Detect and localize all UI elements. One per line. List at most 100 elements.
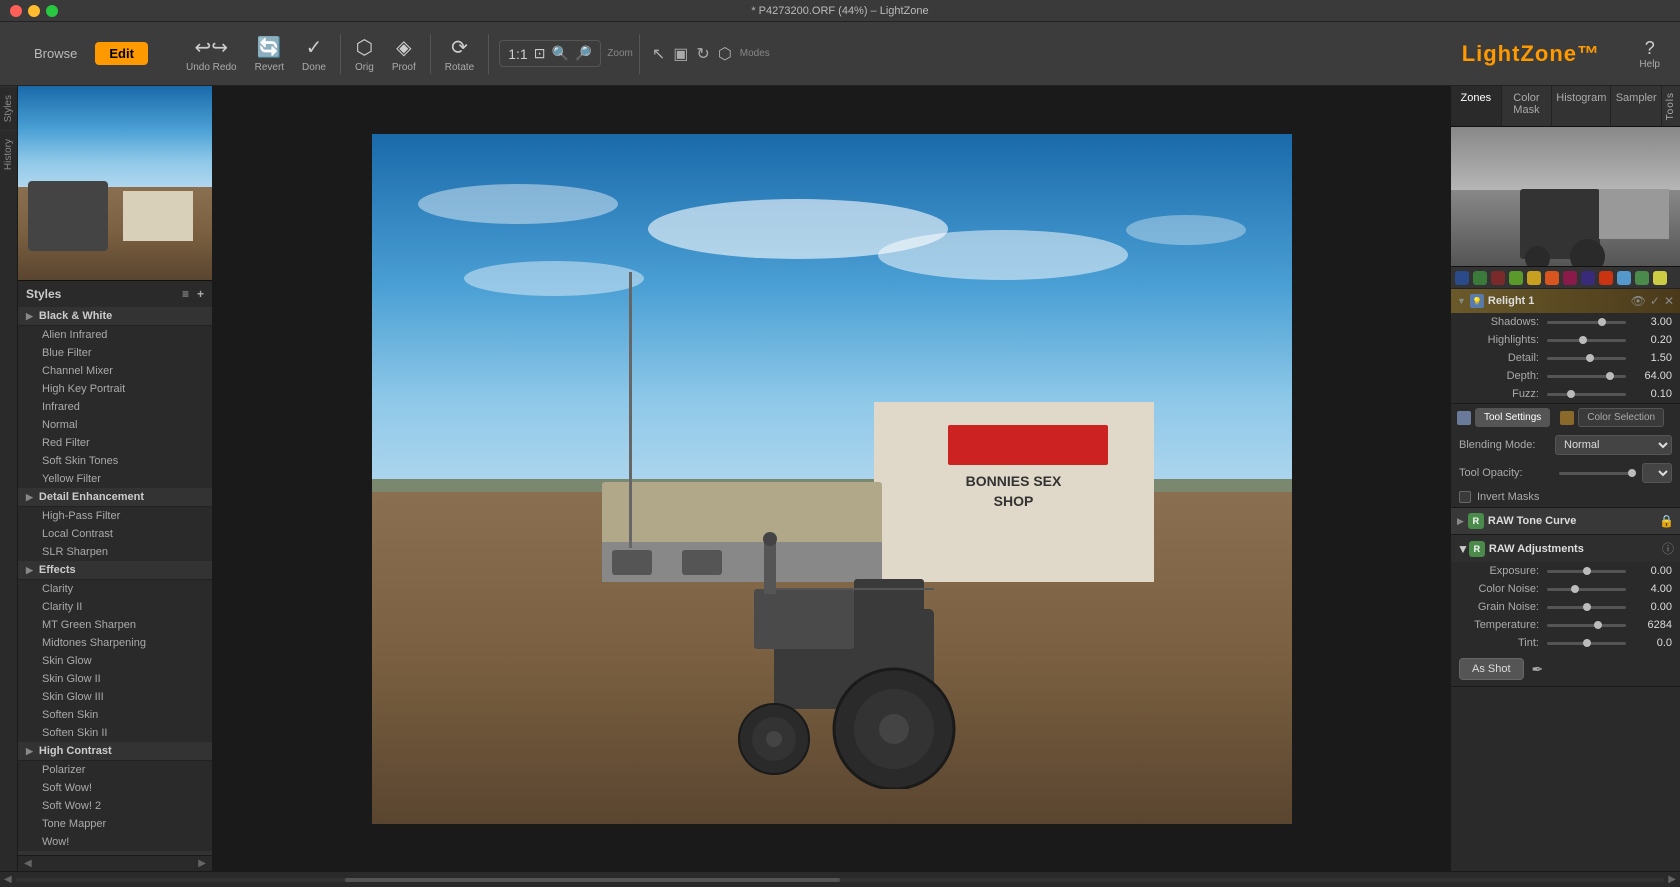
- style-soft-wow[interactable]: Soft Wow!: [18, 779, 212, 797]
- color-dot-blue[interactable]: [1617, 271, 1631, 285]
- style-slr-sharpen[interactable]: SLR Sharpen: [18, 543, 212, 561]
- eyedropper-icon[interactable]: ✒: [1532, 661, 1544, 678]
- tint-thumb[interactable]: [1583, 639, 1591, 647]
- style-mt-green-sharpen[interactable]: MT Green Sharpen: [18, 616, 212, 634]
- style-blue-filter[interactable]: Blue Filter: [18, 344, 212, 362]
- color-dot-yellow[interactable]: [1653, 271, 1667, 285]
- color-dot-red[interactable]: [1599, 271, 1613, 285]
- highlights-thumb[interactable]: [1579, 336, 1587, 344]
- style-tone-mapper[interactable]: Tone Mapper: [18, 815, 212, 833]
- tool-opacity-thumb[interactable]: [1628, 469, 1636, 477]
- style-soft-skin-tones[interactable]: Soft Skin Tones: [18, 452, 212, 470]
- color-noise-track[interactable]: [1547, 588, 1626, 591]
- cursor-mode-btn[interactable]: ↖: [650, 42, 667, 66]
- color-dot-7[interactable]: [1563, 271, 1577, 285]
- revert-button[interactable]: 🔄 Revert: [247, 31, 292, 77]
- highlights-track[interactable]: [1547, 339, 1626, 342]
- tools-label[interactable]: Tools: [1662, 86, 1680, 126]
- temperature-thumb[interactable]: [1594, 621, 1602, 629]
- style-clarity-ii[interactable]: Clarity II: [18, 598, 212, 616]
- zones-tab[interactable]: Zones: [1451, 86, 1502, 126]
- help-button[interactable]: ? Help: [1639, 38, 1660, 70]
- relight-close-icon[interactable]: ✕: [1664, 294, 1674, 308]
- grain-noise-track[interactable]: [1547, 606, 1626, 609]
- style-clarity[interactable]: Clarity: [18, 580, 212, 598]
- rotate-button[interactable]: ⟳ Rotate: [437, 31, 482, 77]
- wb-mode-btn[interactable]: ⬡: [716, 42, 734, 66]
- tool-settings-btn[interactable]: Tool Settings: [1475, 408, 1550, 427]
- zoom-out-btn[interactable]: 🔎: [575, 45, 592, 62]
- blending-mode-select[interactable]: Normal Multiply Screen Overlay: [1555, 435, 1672, 455]
- styles-list-icon[interactable]: ≡: [182, 287, 189, 301]
- histogram-tab[interactable]: Histogram: [1552, 86, 1611, 126]
- category-detail[interactable]: ▶ Detail Enhancement: [18, 488, 212, 507]
- info-icon[interactable]: ⓘ: [1662, 540, 1674, 557]
- style-soften-skin-ii[interactable]: Soften Skin II: [18, 724, 212, 742]
- zoom-in-btn[interactable]: 🔍: [551, 45, 568, 62]
- style-midtones-sharpening[interactable]: Midtones Sharpening: [18, 634, 212, 652]
- raw-tone-curve-header[interactable]: ▶ R RAW Tone Curve 🔒: [1451, 508, 1680, 534]
- depth-track[interactable]: [1547, 375, 1626, 378]
- crop-mode-btn[interactable]: ▣: [671, 42, 690, 66]
- rotate-mode-btn[interactable]: ↻: [694, 42, 711, 66]
- lock-icon[interactable]: 🔒: [1659, 514, 1674, 528]
- style-infrared[interactable]: Infrared: [18, 398, 212, 416]
- orig-button[interactable]: ⬡ Orig: [347, 31, 382, 77]
- style-normal-bw[interactable]: Normal: [18, 416, 212, 434]
- color-dot-2[interactable]: [1473, 271, 1487, 285]
- style-soften-skin[interactable]: Soften Skin: [18, 706, 212, 724]
- tool-opacity-select[interactable]: [1642, 463, 1672, 483]
- scroll-left[interactable]: ◀: [4, 874, 12, 885]
- relight-header[interactable]: ▼ 💡 Relight 1 👁 ✓ ✕: [1451, 289, 1680, 313]
- raw-adj-header[interactable]: ▼ R RAW Adjustments ⓘ: [1451, 535, 1680, 562]
- color-dot-3[interactable]: [1491, 271, 1505, 285]
- fuzz-track[interactable]: [1547, 393, 1626, 396]
- color-dot-green[interactable]: [1635, 271, 1649, 285]
- styles-add-icon[interactable]: +: [197, 287, 204, 301]
- h-scrollbar-thumb[interactable]: [345, 878, 840, 882]
- color-dot-1[interactable]: [1455, 271, 1469, 285]
- scroll-right-arrow[interactable]: ▶: [198, 858, 206, 869]
- proof-button[interactable]: ◈ Proof: [384, 31, 424, 77]
- category-bw[interactable]: ▶ Black & White: [18, 307, 212, 326]
- as-shot-button[interactable]: As Shot: [1459, 658, 1524, 680]
- exposure-track[interactable]: [1547, 570, 1626, 573]
- invert-masks-checkbox[interactable]: [1459, 491, 1471, 503]
- zoom-fit-btn[interactable]: ⊡: [534, 45, 546, 62]
- style-skin-glow-ii[interactable]: Skin Glow II: [18, 670, 212, 688]
- fuzz-thumb[interactable]: [1567, 390, 1575, 398]
- style-skin-glow-iii[interactable]: Skin Glow III: [18, 688, 212, 706]
- relight-check-icon[interactable]: ✓: [1650, 294, 1660, 308]
- tool-opacity-track[interactable]: [1559, 472, 1632, 475]
- sampler-tab[interactable]: Sampler: [1611, 86, 1662, 126]
- style-polarizer[interactable]: Polarizer: [18, 761, 212, 779]
- exposure-thumb[interactable]: [1583, 567, 1591, 575]
- color-selection-btn[interactable]: Color Selection: [1578, 408, 1664, 427]
- color-mask-tab[interactable]: Color Mask: [1502, 86, 1553, 126]
- detail-track[interactable]: [1547, 357, 1626, 360]
- temperature-track[interactable]: [1547, 624, 1626, 627]
- color-dot-6[interactable]: [1545, 271, 1559, 285]
- color-dot-5[interactable]: [1527, 271, 1541, 285]
- minimize-button[interactable]: [28, 5, 40, 17]
- maximize-button[interactable]: [46, 5, 58, 17]
- style-high-key-portrait[interactable]: High Key Portrait: [18, 380, 212, 398]
- style-yellow-filter[interactable]: Yellow Filter: [18, 470, 212, 488]
- color-dot-4[interactable]: [1509, 271, 1523, 285]
- style-channel-mixer[interactable]: Channel Mixer: [18, 362, 212, 380]
- category-effects[interactable]: ▶ Effects: [18, 561, 212, 580]
- edit-tab[interactable]: Edit: [95, 42, 148, 65]
- shadows-track[interactable]: [1547, 321, 1626, 324]
- relight-eye-icon[interactable]: 👁: [1631, 294, 1646, 308]
- depth-thumb[interactable]: [1606, 372, 1614, 380]
- color-noise-thumb[interactable]: [1571, 585, 1579, 593]
- history-side-tab[interactable]: History: [0, 130, 17, 178]
- undo-redo-button[interactable]: ↩↪ Undo Redo: [178, 31, 245, 77]
- scroll-right[interactable]: ▶: [1668, 874, 1676, 885]
- tint-track[interactable]: [1547, 642, 1626, 645]
- style-skin-glow[interactable]: Skin Glow: [18, 652, 212, 670]
- done-button[interactable]: ✓ Done: [294, 31, 334, 77]
- style-highpass-filter[interactable]: High-Pass Filter: [18, 507, 212, 525]
- shadows-thumb[interactable]: [1598, 318, 1606, 326]
- grain-noise-thumb[interactable]: [1583, 603, 1591, 611]
